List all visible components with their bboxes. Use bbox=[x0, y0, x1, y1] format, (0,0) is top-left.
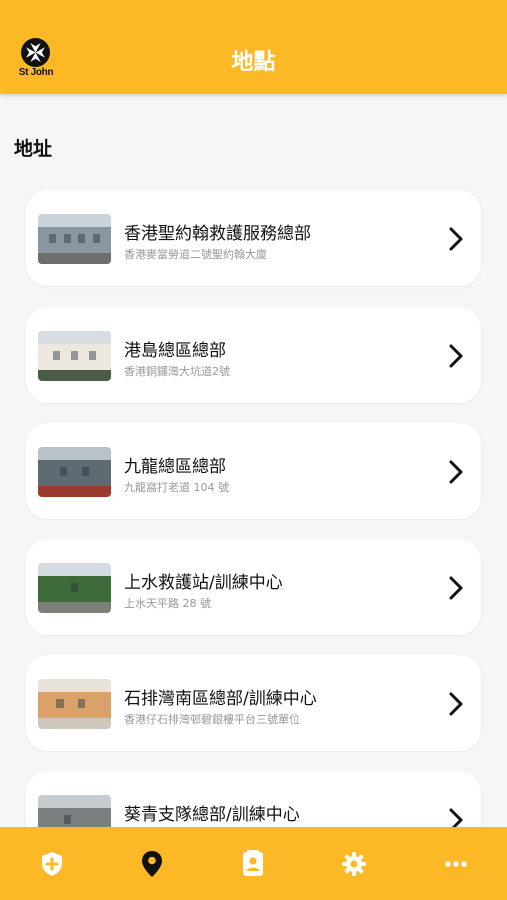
location-name: 石排灣南區總部/訓練中心 bbox=[124, 689, 317, 709]
location-card[interactable]: 上水救護站/訓練中心 上水天平路 28 號 bbox=[26, 539, 481, 635]
shield-plus-icon bbox=[42, 852, 62, 876]
more-dots-icon bbox=[445, 861, 467, 867]
section-title: 地址 bbox=[14, 138, 53, 160]
chevron-right-icon bbox=[449, 227, 463, 251]
location-card[interactable]: 九龍總區總部 九龍窩打老道 104 號 bbox=[26, 423, 481, 519]
location-name: 葵青支隊總部/訓練中心 bbox=[124, 805, 300, 825]
tab-settings[interactable] bbox=[339, 849, 369, 879]
location-photo bbox=[38, 563, 111, 613]
location-card[interactable]: 石排灣南區總部/訓練中心 香港仔石排灣邨碧銀樓平台三號單位 bbox=[26, 655, 481, 751]
location-name: 上水救護站/訓練中心 bbox=[124, 573, 283, 593]
location-photo bbox=[38, 679, 111, 729]
chevron-right-icon bbox=[449, 576, 463, 600]
chevron-right-icon bbox=[449, 692, 463, 716]
location-address: 上水天平路 28 號 bbox=[124, 597, 211, 610]
chevron-right-icon bbox=[449, 460, 463, 484]
location-address: 香港銅鑼灣大坑道2號 bbox=[124, 365, 230, 378]
location-name: 港島總區總部 bbox=[124, 341, 226, 361]
bottom-tab-bar bbox=[0, 827, 507, 900]
location-photo bbox=[38, 214, 111, 264]
location-photo bbox=[38, 331, 111, 381]
page-title: 地點 bbox=[231, 50, 276, 75]
location-address: 香港仔石排灣邨碧銀樓平台三號單位 bbox=[124, 713, 300, 726]
gear-icon bbox=[342, 852, 366, 876]
map-pin-icon bbox=[142, 851, 162, 877]
tab-first-aid[interactable] bbox=[37, 849, 67, 879]
location-address: 香港麥當勞道二號聖約翰大廈 bbox=[124, 248, 267, 261]
tab-locations[interactable] bbox=[137, 849, 167, 879]
chevron-right-icon bbox=[449, 344, 463, 368]
tab-more[interactable] bbox=[441, 849, 471, 879]
location-card[interactable]: 香港聖約翰救護服務總部 香港麥當勞道二號聖約翰大廈 bbox=[26, 190, 481, 286]
location-photo bbox=[38, 447, 111, 497]
location-name: 九龍總區總部 bbox=[124, 457, 226, 477]
app-header: St John 地點 bbox=[0, 0, 507, 94]
location-address: 九龍窩打老道 104 號 bbox=[124, 481, 229, 494]
contact-card-icon bbox=[243, 850, 263, 876]
location-card[interactable]: 港島總區總部 香港銅鑼灣大坑道2號 bbox=[26, 307, 481, 403]
tab-contacts[interactable] bbox=[238, 849, 268, 879]
location-name: 香港聖約翰救護服務總部 bbox=[124, 224, 311, 244]
